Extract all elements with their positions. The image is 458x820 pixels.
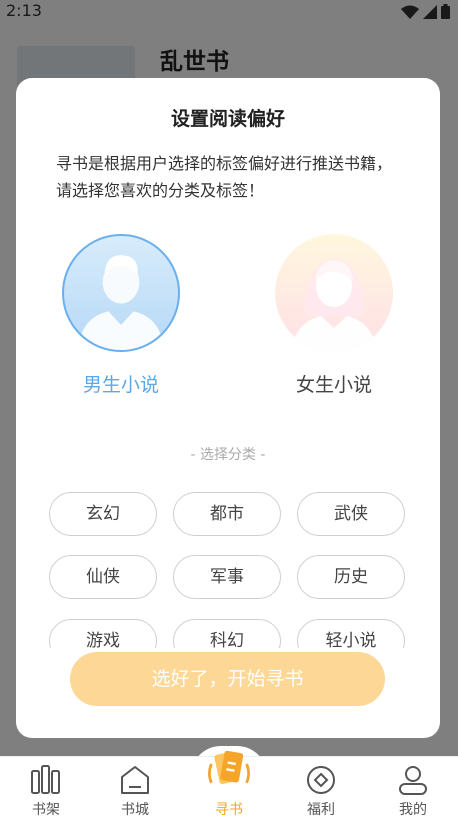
male-novel-option[interactable]: 男生小说 [46,234,196,397]
nav-item-bookshelf[interactable]: 书架 [0,757,92,820]
nav-item-find-book[interactable]: 寻书 [183,750,275,820]
nav-label-welfare: 福利 [307,802,335,818]
category-chip[interactable]: 游戏 [49,619,157,648]
bookstore-icon [121,766,149,794]
dialog-description: 寻书是根据用户选择的标签偏好进行推送书籍， 请选择您喜欢的分类及标签！ [56,154,393,200]
welfare-icon [307,766,335,794]
male-silhouette-icon [77,255,165,350]
category-chip[interactable]: 历史 [297,555,405,599]
male-avatar [62,234,180,352]
category-chip-list: 玄幻 都市 武侠 仙侠 军事 历史 游戏 科幻 轻小说 [49,492,409,648]
category-chip[interactable]: 轻小说 [297,619,405,648]
category-chip[interactable]: 玄幻 [49,492,157,536]
category-chip[interactable]: 武侠 [297,492,405,536]
category-chip[interactable]: 科幻 [173,619,281,648]
male-novel-label: 男生小说 [82,374,159,396]
female-avatar [275,234,393,352]
female-novel-label: 女生小说 [295,374,372,396]
category-section-title: - 选择分类 - [190,447,266,463]
dialog-title: 设置阅读偏好 [170,108,285,130]
start-searching-button[interactable]: 选好了，开始寻书 [70,652,385,706]
nav-label-bookstore: 书城 [121,802,149,818]
category-chip[interactable]: 都市 [173,492,281,536]
bottom-nav: 书架 书城 寻书 福利 我的 [0,750,458,820]
reading-preference-dialog: 设置阅读偏好 寻书是根据用户选择的标签偏好进行推送书籍， 请选择您喜欢的分类及标… [16,78,440,738]
nav-item-profile[interactable]: 我的 [367,757,458,820]
nav-label-find-book: 寻书 [215,802,243,818]
find-book-icon [208,750,250,785]
profile-icon [399,766,427,795]
female-novel-option[interactable]: 女生小说 [259,234,409,397]
category-chip[interactable]: 仙侠 [49,555,157,599]
nav-label-bookshelf: 书架 [32,802,60,818]
nav-item-welfare[interactable]: 福利 [275,757,367,820]
bookshelf-icon [31,765,60,794]
category-chip[interactable]: 军事 [173,555,281,599]
nav-item-bookstore[interactable]: 书城 [89,757,181,820]
nav-label-profile: 我的 [399,802,427,818]
female-silhouette-icon [291,258,377,352]
